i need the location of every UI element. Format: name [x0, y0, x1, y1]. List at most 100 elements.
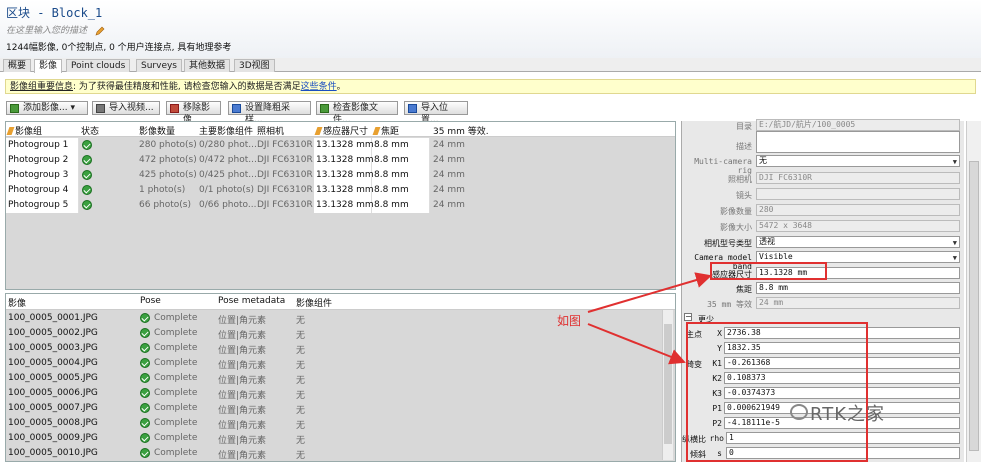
photo-row[interactable]: 100_0005_0005.JPG Complete 位置|角元素 无 — [6, 371, 661, 386]
photogroup-name: Photogroup 2 — [8, 155, 69, 165]
tab-bar: 概要 影像 Point clouds Surveys 其他数据 3D视图 — [0, 58, 981, 73]
col-photo-component[interactable]: 影像组件 — [296, 296, 332, 309]
camera-band-select[interactable]: Visible ▼ — [756, 251, 960, 263]
photogroup-row[interactable]: Photogroup 1 280 photo(s) 0/280 phot... DJI… — [6, 138, 675, 153]
pose-metadata: 位置|角元素 — [218, 316, 267, 326]
tab-surveys[interactable]: Surveys — [136, 59, 182, 72]
block-summary: 1244幅影像, 0个控制点, 0 个用户连接点, 具有地理参考 — [6, 43, 232, 53]
photo-count: 280 photo(s) — [139, 140, 197, 150]
photogroup-row[interactable]: Photogroup 3 425 photo(s) 0/425 phot... DJI… — [6, 168, 675, 183]
tab-summary[interactable]: 概要 — [3, 59, 32, 72]
tab-photos[interactable]: 影像 — [34, 59, 63, 73]
add-photos-button[interactable]: 添加影像... ▾ — [6, 101, 88, 115]
import-positions-icon — [408, 104, 417, 113]
skew-input[interactable]: 0 — [726, 447, 960, 459]
sensor-size: 13.1328 mm — [316, 170, 374, 180]
principal-x-input[interactable]: 2736.38 — [724, 327, 960, 339]
properties-scrollbar[interactable] — [966, 121, 981, 462]
aspect-ratio-input[interactable]: 1 — [726, 432, 960, 444]
import-video-label: 导入视频... — [109, 103, 154, 113]
rig-select[interactable]: 无 ▼ — [756, 155, 960, 167]
description-input[interactable] — [756, 131, 960, 153]
photo-component: 无 — [296, 406, 306, 416]
wechat-icon — [790, 404, 808, 420]
col-pose-metadata[interactable]: Pose metadata — [218, 296, 285, 306]
pose-ok-icon — [140, 358, 150, 371]
notice-text: : 为了获得最佳精度和性能, 请检查您输入的数据是否满足 — [73, 82, 301, 92]
k1-input[interactable]: -0.261368 — [724, 357, 960, 369]
camera: DJI FC6310R — [257, 155, 313, 165]
photogroup-row[interactable]: Photogroup 5 66 photo(s) 0/66 photo... DJI … — [6, 198, 675, 213]
photo-count-field: 280 — [756, 204, 960, 216]
tab-other-data[interactable]: 其他数据 — [184, 59, 231, 72]
pose-metadata: 位置|角元素 — [218, 451, 267, 461]
camera-label: 照相机 — [728, 175, 752, 184]
camera: DJI FC6310R — [257, 200, 313, 210]
col-photo[interactable]: 影像 — [8, 296, 26, 309]
col-sensor-size[interactable]: 感应器尺寸 — [314, 124, 368, 137]
photo-file: 100_0005_0002.JPG — [8, 328, 98, 338]
camera-model-select[interactable]: 透视 ▼ — [756, 236, 960, 248]
block-title: 区块 - Block_1 — [6, 6, 103, 20]
photo-row[interactable]: 100_0005_0003.JPG Complete 位置|角元素 无 — [6, 341, 661, 356]
pose-ok-icon — [140, 373, 150, 386]
tab-point-clouds[interactable]: Point clouds — [66, 59, 131, 72]
col-photogroup[interactable]: 影像组 — [6, 124, 42, 137]
35mm-equivalent: 24 mm — [433, 140, 465, 150]
photo-row[interactable]: 100_0005_0007.JPG Complete 位置|角元素 无 — [6, 401, 661, 416]
photo-row[interactable]: 100_0005_0004.JPG Complete 位置|角元素 无 — [6, 356, 661, 371]
photo-file: 100_0005_0008.JPG — [8, 418, 98, 428]
scroll-thumb[interactable] — [969, 161, 979, 451]
col-pose[interactable]: Pose — [140, 296, 161, 306]
s-label: s — [717, 449, 722, 458]
k3-input[interactable]: -0.0374373 — [724, 387, 960, 399]
col-main-component[interactable]: 主要影像组件 — [199, 124, 253, 137]
photo-file: 100_0005_0009.JPG — [8, 433, 98, 443]
principal-y-input[interactable]: 1832.35 — [724, 342, 960, 354]
photo-row[interactable]: 100_0005_0008.JPG Complete 位置|角元素 无 — [6, 416, 661, 431]
import-positions-button[interactable]: 导入位置... — [404, 101, 468, 125]
focal-length-input[interactable]: 8.8 mm — [756, 282, 960, 294]
pose-status: Complete — [154, 373, 198, 383]
photogroups-header: 影像组 状态 影像数量 主要影像组件 照相机 感应器尺寸 焦距 35 mm 等效… — [6, 122, 675, 137]
pose-ok-icon — [140, 313, 150, 326]
photo-count: 425 photo(s) — [139, 170, 197, 180]
downsample-button[interactable]: 设置降粗采样... — [228, 101, 311, 125]
photogroup-name: Photogroup 1 — [8, 140, 69, 150]
col-35mm-equivalent[interactable]: 35 mm 等效. — [433, 124, 489, 137]
k2-input[interactable]: 0.108373 — [724, 372, 960, 384]
col-photo-count[interactable]: 影像数量 — [139, 124, 175, 137]
photo-component: 无 — [296, 316, 306, 326]
photo-row[interactable]: 100_0005_0006.JPG Complete 位置|角元素 无 — [6, 386, 661, 401]
status-ok-icon — [82, 170, 92, 183]
description-field[interactable]: 在这里输入您的描述 — [6, 23, 105, 36]
check-files-icon — [320, 104, 329, 113]
35mm-eq-field: 24 mm — [756, 297, 960, 309]
photo-file: 100_0005_0010.JPG — [8, 448, 98, 458]
col-focal-length[interactable]: 焦距 — [372, 124, 399, 137]
notice-link[interactable]: 这些条件 — [301, 82, 337, 92]
camera-model-label: 相机型号类型 — [704, 239, 752, 248]
sensor-size-input[interactable]: 13.1328 mm — [756, 267, 960, 279]
photogroup-row[interactable]: Photogroup 4 1 photo(s) 0/1 photo(s) DJI FC… — [6, 183, 675, 198]
check-files-button[interactable]: 检查影像文件... — [316, 101, 398, 125]
remove-photos-button[interactable]: 移除影像 — [166, 101, 221, 125]
photo-row[interactable]: 100_0005_0009.JPG Complete 位置|角元素 无 — [6, 431, 661, 446]
tab-3d-view[interactable]: 3D视图 — [234, 59, 275, 72]
main-component: 0/1 photo(s) — [199, 185, 255, 195]
import-video-button[interactable]: 导入视频... — [92, 101, 160, 115]
photo-row[interactable]: 100_0005_0010.JPG Complete 位置|角元素 无 — [6, 446, 661, 461]
pose-ok-icon — [140, 448, 150, 461]
pencil-icon[interactable] — [95, 26, 105, 36]
col-camera[interactable]: 照相机 — [257, 124, 284, 137]
photo-component: 无 — [296, 346, 306, 356]
photos-header: 影像 Pose Pose metadata 影像组件 — [6, 294, 675, 310]
status-ok-icon — [82, 155, 92, 168]
status-ok-icon — [82, 140, 92, 153]
dir-field: E:/航JD/航片/100_0005 — [756, 119, 960, 131]
col-status[interactable]: 状态 — [81, 124, 99, 137]
photo-component: 无 — [296, 376, 306, 386]
photogroup-row[interactable]: Photogroup 2 472 photo(s) 0/472 phot... DJI… — [6, 153, 675, 168]
sensor-size: 13.1328 mm — [316, 140, 374, 150]
focal-length: 8.8 mm — [374, 140, 409, 150]
